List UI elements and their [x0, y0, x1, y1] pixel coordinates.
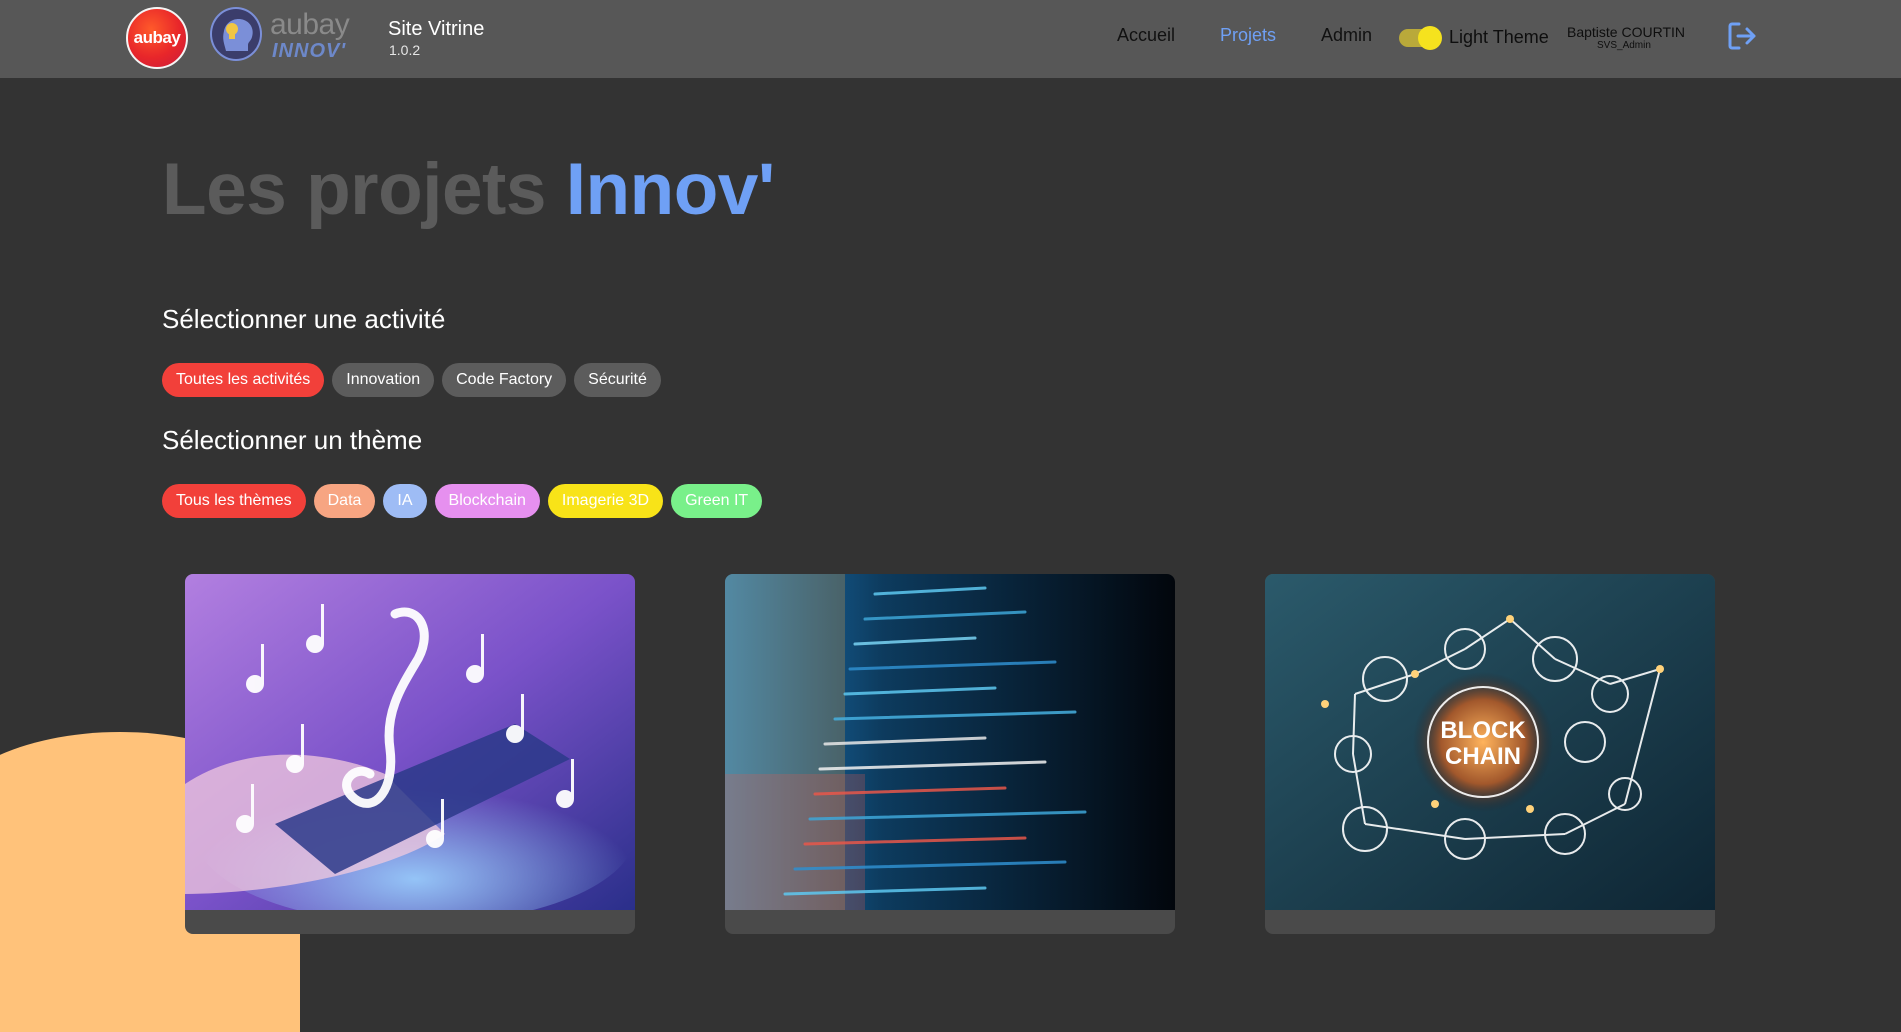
logout-icon[interactable]: [1726, 20, 1758, 52]
page-title: Les projets Innov': [162, 148, 775, 231]
activity-section-title: Sélectionner une activité: [162, 304, 446, 334]
theme-toggle-knob: [1418, 26, 1442, 50]
theme-label: Light Theme: [1449, 27, 1549, 47]
theme-toggle[interactable]: [1399, 26, 1442, 50]
innov-logo-word: aubay: [270, 8, 350, 41]
theme-chip-all[interactable]: Tous les thèmes: [162, 484, 306, 518]
user-name: Baptiste COURTIN: [1567, 24, 1685, 40]
top-navbar: aubay aubay INNOV' Site Vitrine 1.0.2 Ac…: [0, 0, 1901, 78]
activity-chip-code-factory[interactable]: Code Factory: [442, 363, 567, 397]
source-code-screen-image: [725, 574, 1175, 910]
theme-chip-green-it[interactable]: Green IT: [671, 484, 763, 518]
theme-section-title: Sélectionner un thème: [162, 425, 423, 455]
activity-filter-chips: Toutes les activités Innovation Code Fac…: [162, 363, 661, 397]
theme-chip-data[interactable]: Data: [313, 484, 376, 518]
nav-link-projets[interactable]: Projets: [1220, 25, 1276, 46]
user-role: SVS_Admin: [1597, 40, 1651, 51]
head-lightbulb-icon: [210, 7, 262, 61]
site-version: 1.0.2: [389, 42, 421, 58]
innov-logo[interactable]: aubay INNOV': [210, 6, 366, 66]
aubay-logo[interactable]: aubay: [126, 7, 188, 69]
nav-link-accueil[interactable]: Accueil: [1117, 25, 1175, 46]
page-title-part1: Les projets: [162, 149, 546, 230]
activity-chip-innovation[interactable]: Innovation: [332, 363, 435, 397]
theme-chip-blockchain[interactable]: Blockchain: [434, 484, 540, 518]
site-title: Site Vitrine: [388, 18, 485, 40]
aubay-logo-text: aubay: [133, 28, 181, 47]
activity-chip-securite[interactable]: Sécurité: [574, 363, 661, 397]
svg-text:CHAIN: CHAIN: [1445, 743, 1521, 770]
activity-chip-all[interactable]: Toutes les activités: [162, 363, 325, 397]
theme-chip-imagerie-3d[interactable]: Imagerie 3D: [547, 484, 664, 518]
page-title-part2: Innov': [565, 149, 776, 230]
innov-logo-sub: INNOV': [272, 40, 347, 62]
nav-link-admin[interactable]: Admin: [1321, 25, 1372, 46]
project-card-blockchain[interactable]: BLOCK CHAIN: [1265, 574, 1715, 934]
theme-filter-chips: Tous les thèmes Data IA Blockchain Image…: [162, 484, 763, 518]
svg-text:BLOCK: BLOCK: [1440, 717, 1526, 744]
project-card-music[interactable]: [185, 574, 635, 934]
blockchain-network-image: BLOCK CHAIN: [1265, 574, 1715, 910]
theme-chip-ia[interactable]: IA: [383, 484, 427, 518]
project-card-code[interactable]: [725, 574, 1175, 934]
music-notes-smartphone-image: [185, 574, 635, 910]
